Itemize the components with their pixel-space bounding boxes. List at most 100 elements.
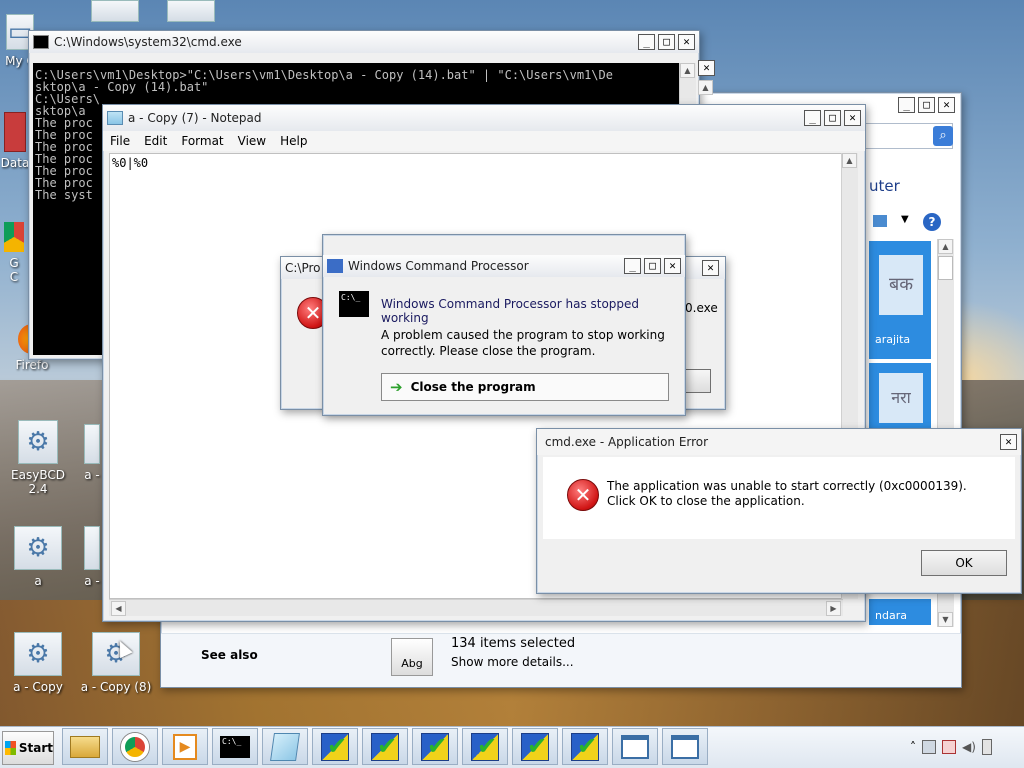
desktop-icon-label: Firefo	[15, 358, 49, 372]
scroll-up-icon[interactable]: ▲	[938, 239, 953, 254]
search-icon[interactable]: ⌕	[933, 126, 953, 146]
scroll-thumb[interactable]	[938, 256, 953, 280]
tile-selected[interactable]: नरा	[869, 363, 931, 433]
power-icon[interactable]	[981, 739, 992, 755]
chevron-down-icon[interactable]: ▼	[901, 214, 909, 225]
close-program-button[interactable]: ➔ Close the program	[381, 373, 669, 401]
menu-file[interactable]: File	[110, 134, 130, 148]
menu-view[interactable]: View	[238, 134, 266, 148]
chrome-icon	[4, 222, 24, 252]
close-icon[interactable]: ✕	[938, 97, 955, 113]
taskbar-easybcd[interactable]	[512, 728, 558, 765]
scroll-up-icon[interactable]: ▲	[698, 80, 713, 95]
show-more-details-link[interactable]: Show more details...	[451, 655, 574, 669]
maximize-icon[interactable]: □	[918, 97, 935, 113]
easybcd-icon: ⚙	[18, 420, 58, 464]
close-icon[interactable]: ✕	[844, 110, 861, 126]
desktop-icon-data[interactable]: Data	[0, 112, 30, 170]
taskbar-window[interactable]	[612, 728, 658, 765]
scroll-right-icon[interactable]: ▶	[826, 601, 841, 616]
scroll-left-icon[interactable]: ◀	[111, 601, 126, 616]
wcp-titlebar[interactable]: Windows Command Processor _ □ ✕	[323, 255, 685, 277]
desktop-icon-chrome[interactable]: G C	[0, 222, 28, 284]
desktop-icon-top[interactable]	[90, 0, 140, 26]
start-label: Start	[18, 741, 53, 755]
font-tile-icon: नरा	[879, 373, 923, 423]
tile-selected[interactable]: बक arajita	[869, 241, 931, 359]
close-icon[interactable]: ✕	[1000, 434, 1017, 450]
desktop-icon-top[interactable]	[166, 0, 216, 26]
desktop-icon-bat[interactable]: ⚙ a	[0, 526, 76, 588]
ok-button[interactable]: OK	[921, 550, 1007, 576]
taskbar-chrome[interactable]	[112, 728, 158, 765]
action-center-icon[interactable]	[942, 740, 956, 754]
gear-icon: ⚙	[14, 632, 62, 676]
behind-button[interactable]	[685, 369, 711, 393]
close-icon[interactable]: ✕	[702, 260, 719, 276]
taskbar-easybcd[interactable]	[312, 728, 358, 765]
volume-icon[interactable]: ◀)	[962, 740, 976, 754]
easybcd-icon	[471, 732, 499, 761]
taskbar-easybcd[interactable]	[362, 728, 408, 765]
wcp-dialog[interactable]: Windows Command Processor _ □ ✕ C:\_ Win…	[322, 234, 686, 416]
notepad-menubar: File Edit Format View Help	[103, 131, 865, 151]
tile-label[interactable]: ndara	[869, 599, 931, 625]
scroll-down-icon[interactable]: ▼	[938, 612, 953, 627]
menu-format[interactable]: Format	[181, 134, 223, 148]
taskbar-window[interactable]	[662, 728, 708, 765]
start-button[interactable]: Start	[2, 731, 54, 765]
view-icon[interactable]	[873, 215, 887, 227]
desktop-icon-bat[interactable]: ⚙ a - Copy	[0, 632, 76, 694]
desktop-icon-label: a - Copy (8)	[80, 680, 152, 694]
minimize-icon[interactable]: _	[624, 258, 641, 274]
taskbar-cmd[interactable]: C:\_	[212, 728, 258, 765]
easybcd-icon	[571, 732, 599, 761]
gear-icon	[84, 424, 100, 464]
maximize-icon[interactable]: □	[658, 34, 675, 50]
app-error-titlebar[interactable]: cmd.exe - Application Error ✕	[537, 429, 1021, 455]
easybcd-icon	[421, 732, 449, 761]
minimize-icon[interactable]: _	[898, 97, 915, 113]
wcp-title: Windows Command Processor	[348, 259, 529, 273]
maximize-icon[interactable]: □	[644, 258, 661, 274]
desktop-icon-easybcd[interactable]: ⚙ EasyBCD 2.4	[0, 420, 76, 496]
close-icon[interactable]: ✕	[678, 34, 695, 50]
data-icon	[4, 112, 26, 152]
taskbar-media-player[interactable]: ▶	[162, 728, 208, 765]
menu-edit[interactable]: Edit	[144, 134, 167, 148]
taskbar-easybcd[interactable]	[412, 728, 458, 765]
close-icon[interactable]: ✕	[698, 60, 715, 76]
menu-help[interactable]: Help	[280, 134, 307, 148]
taskbar-explorer[interactable]	[62, 728, 108, 765]
app-error-dialog[interactable]: cmd.exe - Application Error ✕ ✕ The appl…	[536, 428, 1022, 594]
cmd-window-behind[interactable]: ✕ ▲	[698, 60, 720, 100]
notepad-icon	[107, 111, 123, 125]
scroll-up-icon[interactable]: ▲	[680, 63, 695, 78]
taskbar-easybcd[interactable]	[562, 728, 608, 765]
desktop-icon-bat[interactable]: a -	[82, 424, 102, 482]
close-icon[interactable]: ✕	[664, 258, 681, 274]
taskbar-notepad[interactable]	[262, 728, 308, 765]
desktop-icon-bat[interactable]: a -	[82, 526, 102, 588]
notepad-hscroll[interactable]: ◀ ▶	[109, 599, 843, 616]
taskbar-easybcd[interactable]	[462, 728, 508, 765]
desktop-icon-label: a -	[84, 574, 100, 588]
cmd-title: C:\Windows\system32\cmd.exe	[54, 35, 242, 49]
notepad-content: %0|%0	[112, 156, 149, 170]
scroll-up-icon[interactable]: ▲	[842, 153, 857, 168]
app-error-body: ✕ The application was unable to start co…	[543, 457, 1015, 539]
minimize-icon[interactable]: _	[638, 34, 655, 50]
network-icon[interactable]	[922, 740, 936, 754]
folder-icon	[70, 735, 100, 758]
notepad-titlebar[interactable]: a - Copy (7) - Notepad _ □ ✕	[103, 105, 865, 131]
window-icon	[671, 734, 699, 759]
chevron-up-icon[interactable]: ˄	[910, 740, 916, 754]
cmd-titlebar[interactable]: C:\Windows\system32\cmd.exe _ □ ✕	[29, 31, 699, 53]
gear-icon: ⚙	[14, 526, 62, 570]
maximize-icon[interactable]: □	[824, 110, 841, 126]
minimize-icon[interactable]: _	[804, 110, 821, 126]
help-icon[interactable]: ?	[923, 213, 941, 231]
cmd-icon	[327, 259, 343, 273]
desktop-icon-label: EasyBCD 2.4	[11, 468, 65, 496]
selection-count: 134 items selected	[451, 636, 576, 651]
